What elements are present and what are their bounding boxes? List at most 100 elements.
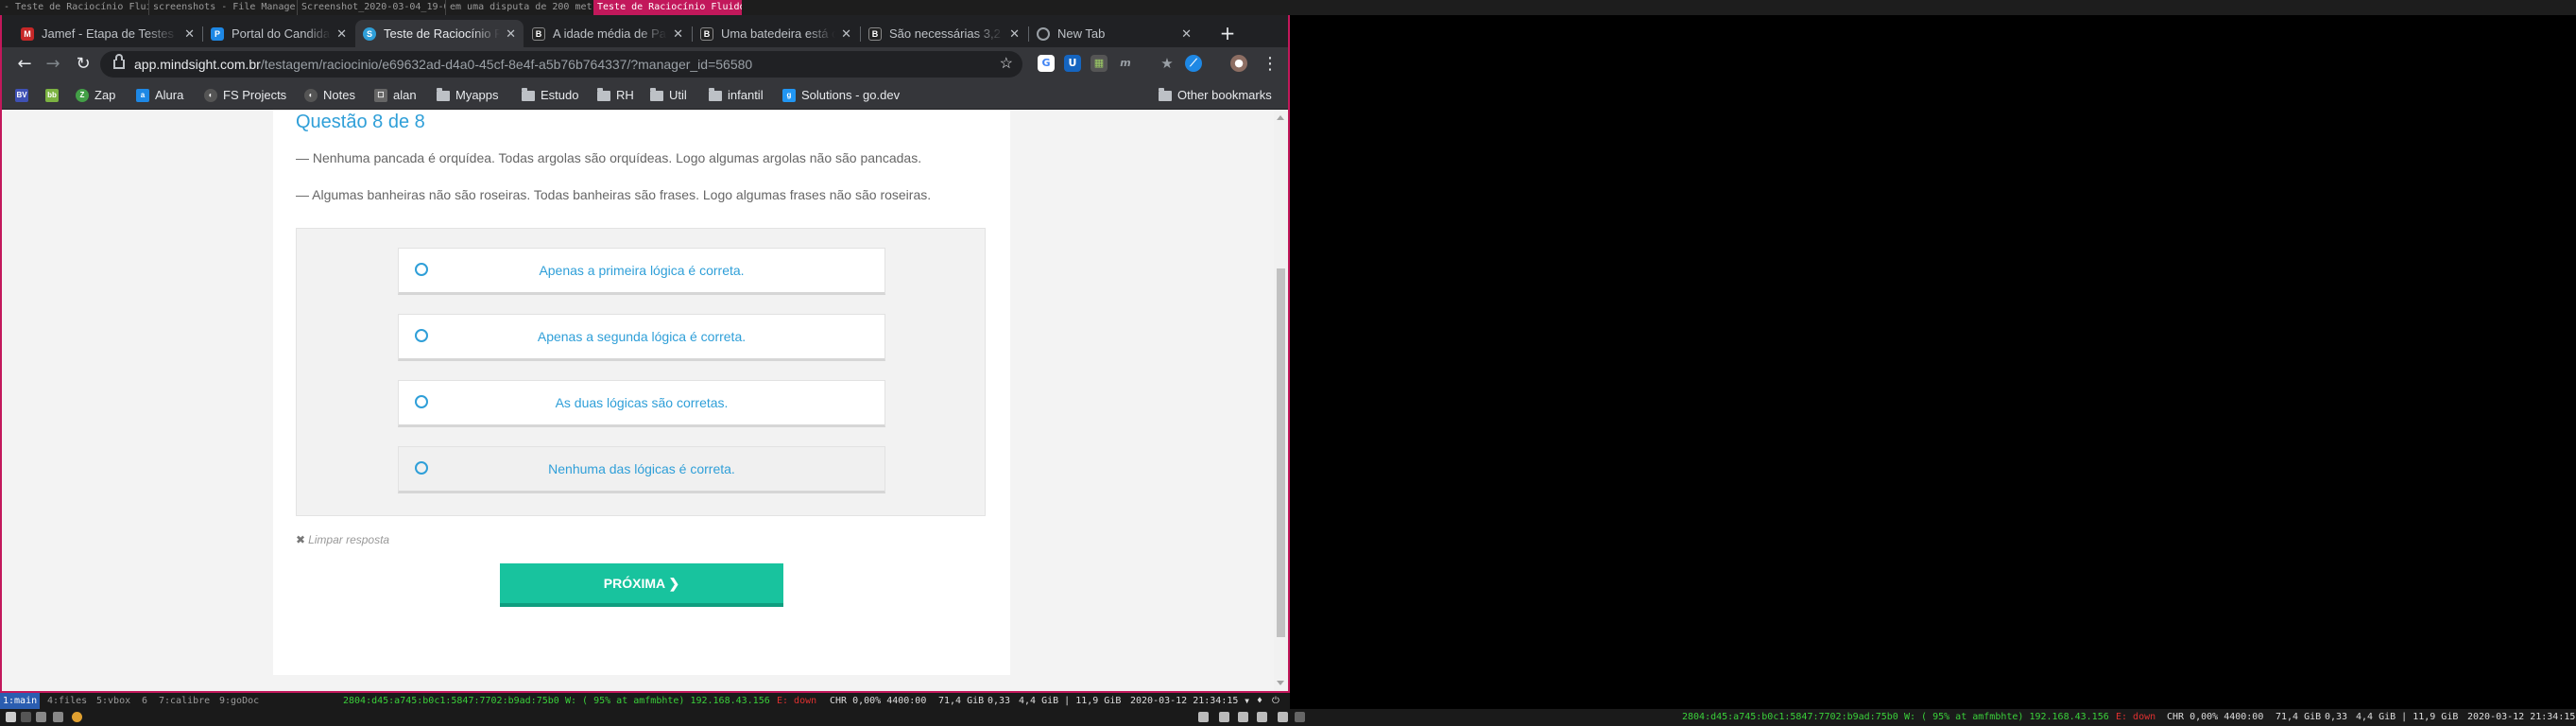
page-scrollbar[interactable] bbox=[1274, 110, 1288, 691]
close-tab-icon[interactable]: ✕ bbox=[1181, 26, 1192, 42]
close-tab-icon[interactable]: ✕ bbox=[184, 26, 195, 42]
scroll-up-arrow-icon[interactable] bbox=[1277, 115, 1284, 120]
power-icon[interactable]: ⏻ bbox=[1272, 693, 1279, 709]
wm-window-title-active[interactable]: Teste de Raciocínio Fluido - Google Chro… bbox=[593, 0, 742, 15]
lock-icon[interactable] bbox=[113, 54, 125, 69]
wifi-icon[interactable]: ▾ bbox=[1244, 693, 1250, 709]
bookmark-folder[interactable]: Util bbox=[650, 81, 687, 110]
browser-tab-active[interactable]: S Teste de Raciocínio Fluido ✕ bbox=[355, 20, 524, 47]
notification-bell-icon[interactable] bbox=[1198, 712, 1209, 722]
other-bookmarks-folder[interactable]: Other bookmarks bbox=[1159, 81, 1272, 110]
workspace-tab[interactable]: 5:vbox bbox=[94, 693, 133, 709]
back-arrow-icon[interactable]: ← bbox=[13, 53, 36, 76]
bookmark-item[interactable]: bb bbox=[45, 81, 64, 110]
workspace-tab[interactable]: 4:files bbox=[44, 693, 90, 709]
wm-window-title[interactable]: em uma disputa de 200 metros rasos entre… bbox=[445, 0, 593, 15]
answer-option[interactable]: Nenhuma das lógicas é correta. bbox=[398, 446, 885, 493]
workspace-tab-active[interactable]: 1:main bbox=[0, 693, 41, 709]
close-tab-icon[interactable]: ✕ bbox=[841, 26, 851, 42]
file-manager-icon[interactable] bbox=[36, 712, 46, 722]
star-extension-icon[interactable]: ★ bbox=[1159, 55, 1176, 72]
bookmark-item[interactable]: g Solutions - go.dev bbox=[782, 81, 900, 110]
answer-option[interactable]: As duas lógicas são corretas. bbox=[398, 380, 885, 427]
browser-tab[interactable]: P Portal do Candidato ✕ bbox=[203, 20, 354, 47]
compass-extension-icon[interactable]: ⟋ bbox=[1185, 55, 1202, 72]
new-tab-favicon-icon bbox=[1037, 26, 1050, 41]
option-label: Nenhuma das lógicas é correta. bbox=[548, 461, 735, 476]
grid-extension-icon[interactable]: ▦ bbox=[1091, 55, 1108, 72]
tab-title: New Tab bbox=[1057, 26, 1106, 41]
bookmark-item[interactable]: ☐ alan bbox=[374, 81, 417, 110]
bookmark-label: Util bbox=[669, 88, 687, 102]
bookmark-folder[interactable]: infantil bbox=[709, 81, 764, 110]
close-tab-icon[interactable]: ✕ bbox=[506, 26, 516, 42]
wifi-status: W: ( 95% at amfmbhte) 192.168.43.156 bbox=[1904, 712, 2109, 722]
clear-answer-link[interactable]: ✖ Limpar resposta bbox=[296, 533, 389, 546]
premise-text: — Nenhuma pancada é orquídea. Todas argo… bbox=[296, 150, 922, 165]
bookmark-label: Zap bbox=[94, 88, 116, 102]
question-card: Questão 8 de 8 — Nenhuma pancada é orquí… bbox=[273, 110, 1010, 675]
volume-icon[interactable] bbox=[1238, 712, 1248, 722]
battery-icon[interactable] bbox=[1219, 712, 1229, 722]
shield-extension-icon[interactable]: U bbox=[1064, 55, 1081, 72]
google-extension-icon[interactable]: G bbox=[1038, 55, 1055, 72]
bookmark-folder[interactable]: Myapps bbox=[437, 81, 499, 110]
bookmark-label: Alura bbox=[155, 88, 184, 102]
tab-title: A idade média de Patrícia bbox=[553, 26, 667, 41]
forward-arrow-icon[interactable]: → bbox=[42, 53, 64, 76]
bookmark-item[interactable]: BV bbox=[15, 81, 34, 110]
workspace-tab[interactable]: 6 bbox=[139, 693, 150, 709]
close-icon: ✖ bbox=[296, 533, 306, 546]
bookmark-folder[interactable]: Estudo bbox=[522, 81, 578, 110]
reload-icon[interactable]: ↻ bbox=[72, 53, 94, 76]
bookmark-item[interactable]: ◐ Notes bbox=[304, 81, 355, 110]
browser-tab[interactable]: B São necessárias 3,2 horas ✕ bbox=[861, 20, 1027, 47]
profile-avatar[interactable]: ● bbox=[1230, 55, 1247, 72]
bookmark-item[interactable]: a Alura bbox=[136, 81, 183, 110]
browser-tab[interactable]: M Jamef - Etapa de Testes ✕ bbox=[13, 20, 202, 47]
menu-kebab-icon[interactable]: ⋮ bbox=[1259, 53, 1281, 76]
network-icon[interactable]: ♦ bbox=[1257, 693, 1262, 709]
memory-status: 4,4 GiB | 11,9 GiB bbox=[2356, 712, 2459, 722]
answer-option[interactable]: Apenas a segunda lógica é correta. bbox=[398, 314, 885, 361]
scroll-down-arrow-icon[interactable] bbox=[1277, 681, 1284, 685]
browser-tab[interactable]: New Tab ✕ bbox=[1029, 20, 1199, 47]
bookmark-star-icon[interactable]: ☆ bbox=[1000, 51, 1013, 78]
next-button[interactable]: PRÓXIMA ❯ bbox=[500, 563, 783, 607]
workspace-tab[interactable]: 7:calibre bbox=[156, 693, 213, 709]
tray-icon[interactable] bbox=[1257, 712, 1267, 722]
app-menu-icon[interactable] bbox=[6, 712, 16, 722]
close-tab-icon[interactable]: ✕ bbox=[1009, 26, 1020, 42]
workspace-indicator[interactable] bbox=[1295, 712, 1305, 722]
workspace-tab[interactable]: 9:goDoc bbox=[216, 693, 262, 709]
new-tab-button[interactable]: + bbox=[1214, 21, 1241, 47]
close-tab-icon[interactable]: ✕ bbox=[673, 26, 683, 42]
bookmark-label: RH bbox=[616, 88, 634, 102]
address-bar[interactable]: app.mindsight.com.br/testagem/raciocinio… bbox=[100, 51, 1022, 78]
folder-icon bbox=[650, 87, 663, 101]
bv-bookmark-icon: BV bbox=[15, 89, 28, 102]
terminal-icon[interactable] bbox=[21, 712, 31, 722]
browser-tab[interactable]: B A idade média de Patrícia ✕ bbox=[524, 20, 691, 47]
bookmark-item[interactable]: ◐ FS Projects bbox=[204, 81, 286, 110]
close-tab-icon[interactable]: ✕ bbox=[336, 26, 347, 42]
tab-title: Uma batedeira está com bbox=[721, 26, 836, 41]
wm-window-title[interactable]: screenshots - File Manager bbox=[148, 0, 297, 15]
settings-icon[interactable] bbox=[1278, 712, 1288, 722]
option-label: Apenas a primeira lógica é correta. bbox=[539, 263, 745, 278]
browser-toolbar: ← → ↻ app.mindsight.com.br/testagem/raci… bbox=[2, 47, 1288, 81]
ethernet-status: E: down bbox=[777, 696, 817, 706]
scrollbar-thumb[interactable] bbox=[1277, 268, 1285, 637]
bookmark-item[interactable]: Z Zap bbox=[76, 81, 115, 110]
page-viewport[interactable]: Questão 8 de 8 — Nenhuma pancada é orquí… bbox=[2, 110, 1274, 691]
wm-window-title[interactable]: - Teste de Raciocínio Fluido | DISCUTIND… bbox=[0, 0, 148, 15]
bookmark-folder[interactable]: RH bbox=[597, 81, 634, 110]
m-extension-icon[interactable]: m bbox=[1117, 55, 1134, 72]
wm-window-title[interactable]: Screenshot_2020-03-04_19-00-38.png - 272… bbox=[297, 0, 445, 15]
answer-option[interactable]: Apenas a primeira lógica é correta. bbox=[398, 248, 885, 295]
chrome-icon[interactable] bbox=[72, 712, 82, 722]
browser-tab[interactable]: B Uma batedeira está com ✕ bbox=[693, 20, 859, 47]
bookmark-label: alan bbox=[393, 88, 417, 102]
mindsight-favicon-icon: S bbox=[363, 26, 376, 41]
editor-icon[interactable] bbox=[53, 712, 63, 722]
